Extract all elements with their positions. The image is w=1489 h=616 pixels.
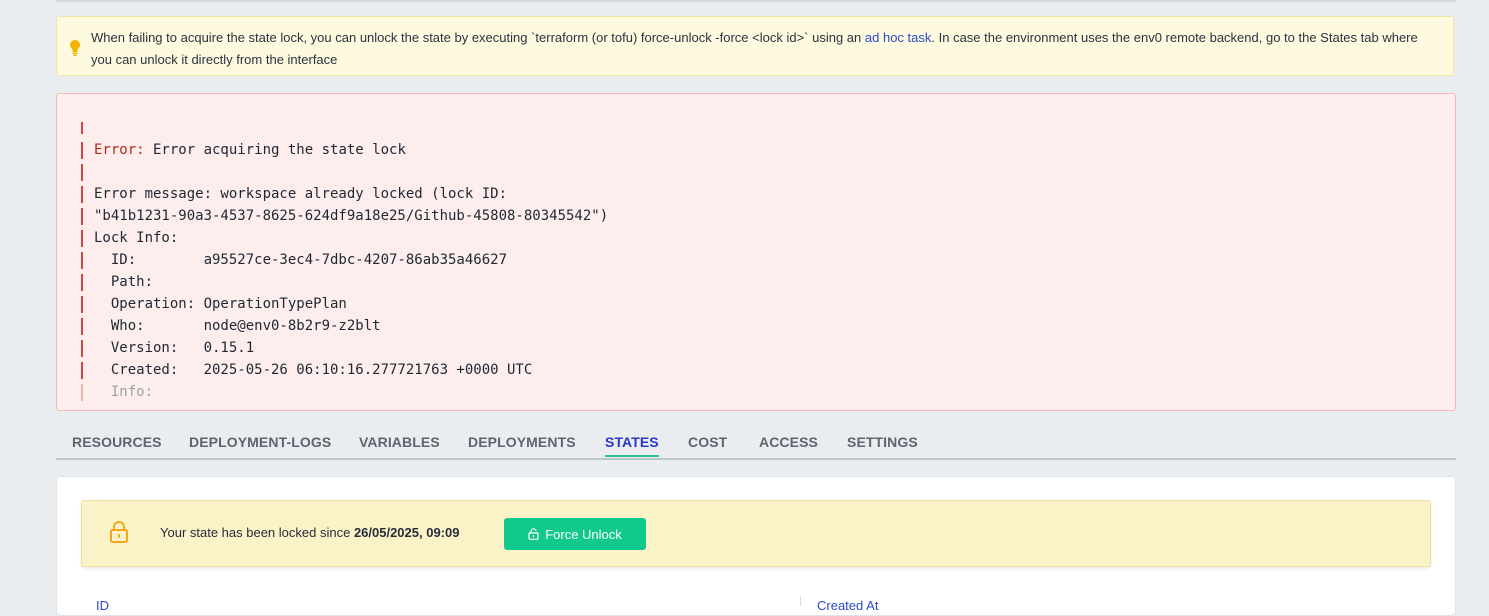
log-blank-line (80, 161, 608, 183)
log-line: Operation: OperationTypePlan (80, 293, 608, 315)
lock-status-label: Your state has been locked since (160, 525, 354, 540)
log-line: Lock Info: (80, 227, 608, 249)
force-unlock-button[interactable]: Force Unlock (504, 518, 646, 550)
log-line: Created: 2025-05-26 06:10:16.277721763 +… (80, 359, 608, 381)
state-locked-banner: Your state has been locked since 26/05/2… (81, 500, 1431, 567)
error-log-box: Error: Error acquiring the state lock Er… (56, 93, 1456, 411)
lightbulb-icon (70, 40, 80, 57)
tip-text-before: When failing to acquire the state lock, … (91, 30, 865, 45)
environment-tabs: RESOURCES DEPLOYMENT-LOGS VARIABLES DEPL… (56, 430, 1456, 460)
tab-cost[interactable]: COST (688, 434, 727, 450)
tab-states[interactable]: STATES (605, 434, 659, 457)
lock-icon (110, 521, 128, 543)
error-title: Error acquiring the state lock (144, 142, 406, 158)
tip-text: When failing to acquire the state lock, … (91, 27, 1441, 71)
log-line: ID: a95527ce-3ec4-7dbc-4207-86ab35a46627 (80, 249, 608, 271)
tab-variables[interactable]: VARIABLES (359, 434, 440, 450)
state-lock-tip: When failing to acquire the state lock, … (56, 16, 1454, 76)
tab-deployments[interactable]: DEPLOYMENTS (468, 434, 576, 450)
force-unlock-label: Force Unlock (545, 526, 622, 542)
previous-card-edge (56, 0, 1456, 2)
ad-hoc-task-link[interactable]: ad hoc task (865, 30, 932, 45)
log-line: "b41b1231-90a3-4537-8625-624df9a18e25/Gi… (80, 205, 608, 227)
log-gutter-line (80, 121, 608, 139)
tab-settings[interactable]: SETTINGS (847, 434, 918, 450)
lock-status-text: Your state has been locked since 26/05/2… (160, 525, 459, 540)
tab-deployment-logs[interactable]: DEPLOYMENT-LOGS (189, 434, 331, 450)
column-divider (800, 596, 801, 606)
error-log: Error: Error acquiring the state lock Er… (80, 121, 608, 403)
log-line: Path: (80, 271, 608, 293)
log-line: Who: node@env0-8b2r9-z2blt (80, 315, 608, 337)
log-line: Error message: workspace already locked … (80, 183, 608, 205)
lock-since-date: 26/05/2025, 09:09 (353, 525, 460, 540)
unlock-icon (528, 528, 539, 540)
error-keyword: Error: (94, 142, 145, 158)
log-line-faded: Info: (80, 381, 608, 403)
tab-access[interactable]: ACCESS (759, 434, 818, 450)
log-line: Version: 0.15.1 (80, 337, 608, 359)
error-title-line: Error: Error acquiring the state lock (80, 139, 608, 161)
tab-resources[interactable]: RESOURCES (72, 434, 162, 450)
